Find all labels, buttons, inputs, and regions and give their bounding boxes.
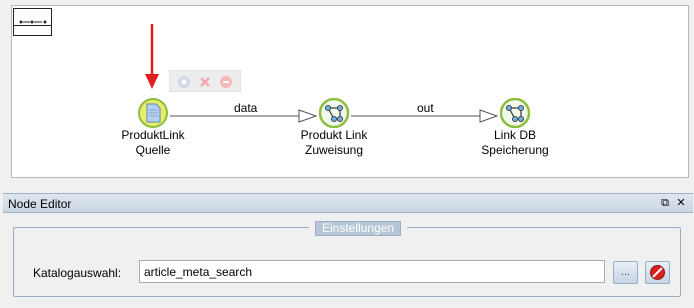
settings-legend-label: Einstellungen [315,221,402,236]
settings-panel: Einstellungen Katalogauswahl: ... [13,221,681,297]
workflow-canvas[interactable]: data out ProduktLink Quelle Produkt Link… [11,5,689,178]
node-label: ProduktLink Quelle [121,128,185,157]
node-editor-title: Node Editor [8,197,72,211]
workflow-editor-window: data out ProduktLink Quelle Produkt Link… [0,0,694,308]
catalog-input[interactable] [139,260,605,283]
edge-arrowhead-icon [479,109,499,123]
node-quick-toolbar [169,70,241,92]
catalog-label: Katalogauswahl: [33,266,122,280]
annotation-arrow-icon [145,24,159,89]
graph-node-icon [318,97,350,129]
settings-icon[interactable] [176,74,192,90]
close-icon[interactable]: ✕ [675,197,687,209]
edge-label-out: out [417,101,434,115]
disable-icon[interactable] [218,74,234,90]
browse-button[interactable]: ... [613,261,638,284]
restore-window-icon[interactable]: ⧉ [659,197,671,209]
settings-legend: Einstellungen [309,221,408,236]
edge-label-data: data [234,101,258,115]
document-icon [138,98,168,128]
node-label: Produkt Link Zuweisung [300,128,368,157]
node-label: Link DB Speicherung [481,128,549,157]
graph-node-icon [499,97,531,129]
delete-icon [650,265,665,280]
node-editor-titlebar: Node Editor ⧉ ✕ [3,193,693,213]
delete-node-icon[interactable] [197,74,213,90]
edge-arrowhead-icon [298,109,318,123]
clear-button[interactable] [645,261,670,284]
